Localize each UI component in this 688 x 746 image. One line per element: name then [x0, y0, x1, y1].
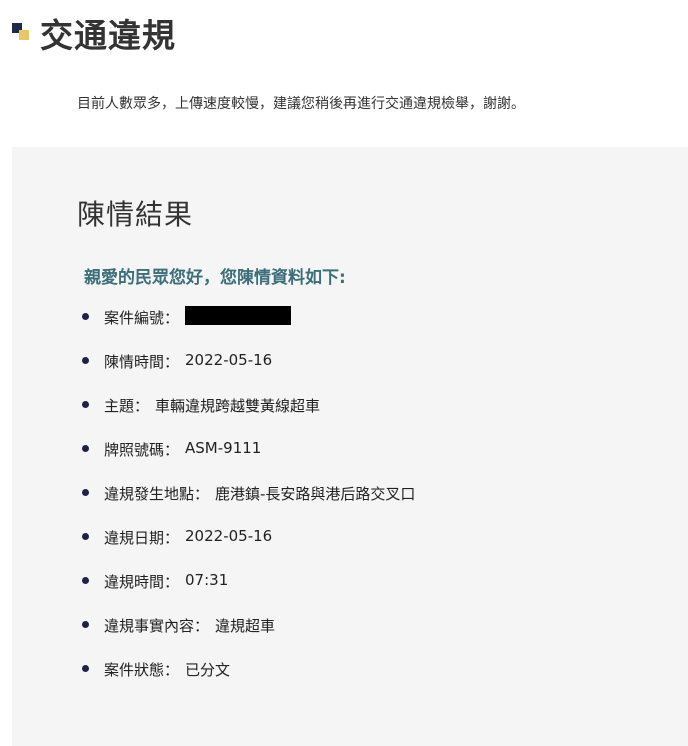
case-info-list: 案件編號： 陳情時間： 2022-05-16 主題： 車輛違規跨越雙黃線超車 牌… [82, 306, 415, 703]
info-value: 違規超車 [215, 617, 276, 635]
bullet-icon [82, 313, 89, 320]
result-title: 陳情結果 [77, 198, 194, 231]
info-label: 案件編號： [104, 309, 180, 327]
info-item-subject: 主題： 車輛違規跨越雙黃線超車 [82, 395, 415, 439]
bullet-icon [82, 533, 89, 540]
bullet-icon [82, 489, 89, 496]
page-title: 交通違規 [40, 16, 176, 55]
info-item-location: 違規發生地點： 鹿港鎮-長安路與港后路交叉口 [82, 483, 415, 527]
info-label: 案件狀態： [104, 661, 180, 679]
info-label: 陳情時間： [104, 353, 180, 371]
info-value: ASM-9111 [185, 439, 262, 457]
info-value: 2022-05-16 [185, 527, 273, 545]
bullet-icon [82, 445, 89, 452]
info-item-case-number: 案件編號： [82, 306, 415, 351]
info-item-plate-number: 牌照號碼： ASM-9111 [82, 439, 415, 483]
info-item-violation-content: 違規事實內容： 違規超車 [82, 615, 415, 659]
logo-icon [12, 23, 32, 43]
info-label: 牌照號碼： [104, 441, 180, 459]
info-value: 已分文 [185, 661, 231, 679]
greeting-text: 親愛的民眾您好，您陳情資料如下: [84, 268, 346, 288]
upload-notice: 目前人數眾多，上傳速度較慢，建議您稍後再進行交通違規檢舉，謝謝。 [77, 96, 525, 112]
info-label: 違規時間： [104, 573, 180, 591]
info-value: 鹿港鎮-長安路與港后路交叉口 [215, 485, 416, 503]
info-item-case-status: 案件狀態： 已分文 [82, 659, 415, 703]
bullet-icon [82, 357, 89, 364]
bullet-icon [82, 621, 89, 628]
info-value: 2022-05-16 [185, 351, 273, 369]
info-value: 07:31 [185, 571, 229, 589]
bullet-icon [82, 577, 89, 584]
bullet-icon [82, 665, 89, 672]
result-panel: 陳情結果 親愛的民眾您好，您陳情資料如下: 案件編號： 陳情時間： 2022-0… [12, 147, 688, 746]
page-header: 交通違規 [12, 8, 176, 58]
info-label: 違規日期： [104, 529, 180, 547]
info-item-petition-time: 陳情時間： 2022-05-16 [82, 351, 415, 395]
bullet-icon [82, 401, 89, 408]
info-label: 違規事實內容： [104, 617, 210, 635]
info-item-violation-date: 違規日期： 2022-05-16 [82, 527, 415, 571]
redacted-case-number [185, 306, 292, 325]
info-label: 主題： [104, 397, 150, 415]
logo-gold-square [19, 30, 29, 40]
info-label: 違規發生地點： [104, 485, 210, 503]
info-value: 車輛違規跨越雙黃線超車 [155, 397, 321, 415]
info-item-violation-time: 違規時間： 07:31 [82, 571, 415, 615]
